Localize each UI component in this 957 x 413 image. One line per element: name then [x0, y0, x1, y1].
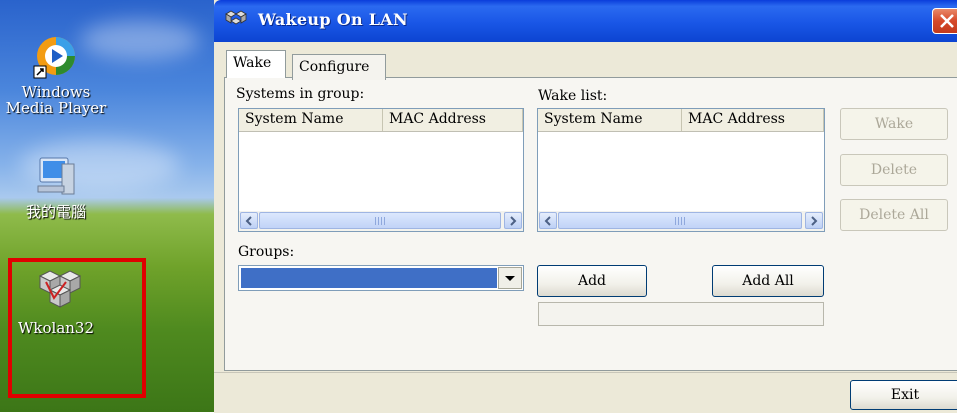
close-button[interactable] [932, 8, 957, 34]
add-button[interactable]: Add [537, 265, 647, 297]
chevron-right-icon [510, 216, 517, 226]
systems-in-group-label: Systems in group: [236, 86, 365, 102]
groups-dropdown[interactable] [238, 265, 524, 291]
chevron-left-icon [544, 216, 551, 226]
wakeup-on-lan-window: Wakeup On LAN Wake Configure Systems in … [214, 0, 957, 413]
tab-wake[interactable]: Wake [226, 50, 286, 78]
scroll-thumb[interactable] [259, 212, 501, 229]
scroll-right-button[interactable] [504, 212, 522, 229]
wake-button[interactable]: Wake [840, 108, 948, 140]
delete-button[interactable]: Delete [840, 154, 948, 186]
window-title: Wakeup On LAN [258, 10, 408, 29]
groups-label: Groups: [238, 244, 295, 260]
column-header-mac-address[interactable]: MAC Address [682, 109, 824, 131]
progress-bar [538, 302, 824, 326]
column-header-system-name[interactable]: System Name [538, 109, 682, 131]
media-player-icon [32, 32, 80, 80]
delete-all-button[interactable]: Delete All [840, 199, 948, 231]
chevron-down-icon [505, 276, 515, 281]
desktop-icon-label: 我的電腦 [25, 203, 86, 221]
desktop-icon-windows-media-player[interactable]: Windows Media Player [0, 32, 116, 116]
highlight-box [8, 258, 146, 398]
wake-list[interactable]: System Name MAC Address [537, 108, 825, 232]
horizontal-scrollbar[interactable] [239, 211, 523, 231]
bottom-bar [214, 372, 957, 413]
app-icon [224, 8, 248, 32]
desktop-icon-my-computer[interactable]: 我的電腦 [0, 152, 116, 220]
list-header: System Name MAC Address [239, 109, 523, 132]
tab-configure[interactable]: Configure [292, 54, 386, 80]
title-bar[interactable]: Wakeup On LAN [214, 0, 957, 42]
wake-list-label: Wake list: [538, 88, 608, 104]
systems-in-group-list[interactable]: System Name MAC Address [238, 108, 524, 232]
column-header-system-name[interactable]: System Name [239, 109, 383, 131]
scroll-thumb[interactable] [558, 212, 802, 229]
desktop-icon-label: Windows Media Player [5, 83, 107, 117]
scroll-left-button[interactable] [240, 212, 258, 229]
chevron-left-icon [245, 216, 252, 226]
exit-button[interactable]: Exit [850, 380, 957, 410]
scroll-right-button[interactable] [805, 212, 823, 229]
column-header-mac-address[interactable]: MAC Address [383, 109, 523, 131]
groups-selected-value [241, 268, 497, 288]
dropdown-button[interactable] [498, 267, 522, 289]
computer-icon [32, 152, 80, 200]
close-icon [940, 14, 954, 28]
list-header: System Name MAC Address [538, 109, 824, 132]
chevron-right-icon [811, 216, 818, 226]
desktop: Windows Media Player 我的電腦 Wkolan32 [0, 0, 214, 412]
scroll-left-button[interactable] [539, 212, 557, 229]
add-all-button[interactable]: Add All [712, 265, 824, 297]
horizontal-scrollbar[interactable] [538, 211, 824, 231]
